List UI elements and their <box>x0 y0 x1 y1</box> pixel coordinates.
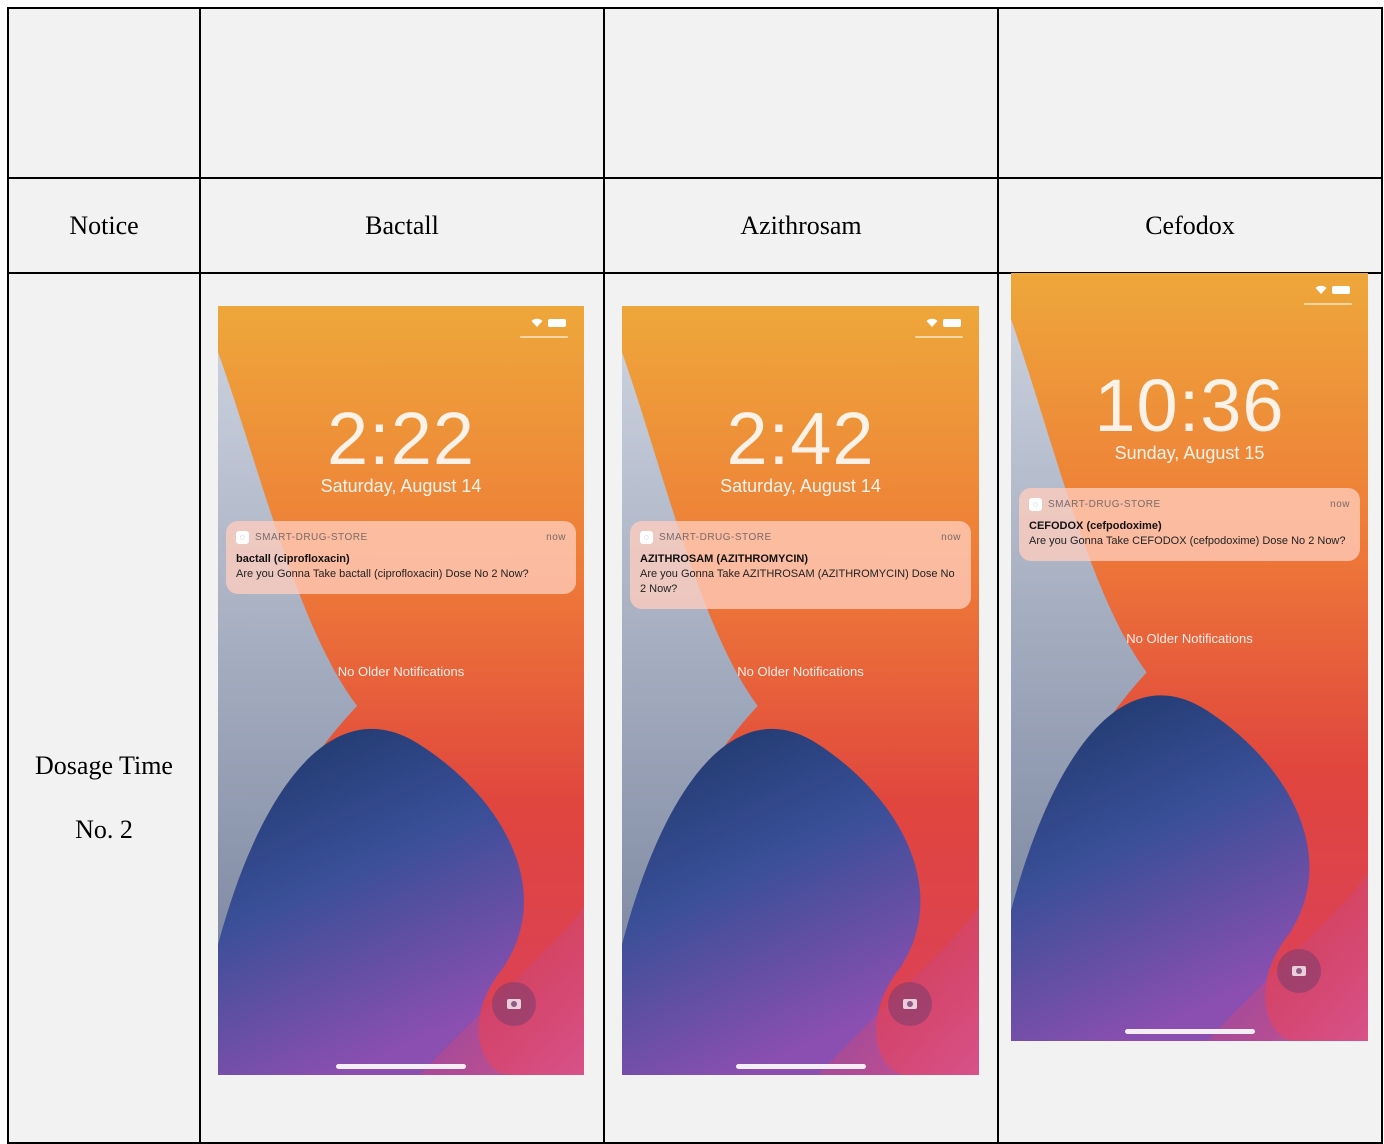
notification-card[interactable]: ◌ SMART-DRUG-STORE now bactall (ciproflo… <box>226 521 576 594</box>
status-bar <box>531 318 566 327</box>
empty-cell <box>7 7 201 179</box>
camera-icon <box>1292 966 1306 976</box>
no-older-notifications: No Older Notifications <box>1126 631 1253 646</box>
lockscreen-clock: 10:36 <box>1094 364 1285 447</box>
camera-button[interactable] <box>888 982 932 1026</box>
empty-cell <box>199 7 605 179</box>
status-bar <box>1315 285 1350 294</box>
camera-button[interactable] <box>1277 949 1321 993</box>
header-notice-label: Notice <box>69 210 139 240</box>
phone-screenshot-azithrosam: 2:42 Saturday, August 14 ◌ SMART-DRUG-ST… <box>622 306 979 1075</box>
wifi-icon <box>926 318 938 327</box>
empty-top-row <box>7 7 1383 179</box>
battery-icon <box>548 318 566 327</box>
header-azithrosam-label: Azithrosam <box>740 210 862 240</box>
home-indicator[interactable] <box>336 1064 466 1069</box>
notification-body: Are you Gonna Take bactall (ciprofloxaci… <box>236 568 529 580</box>
no-older-notifications: No Older Notifications <box>737 664 864 679</box>
camera-icon <box>507 999 521 1009</box>
header-bactall-label: Bactall <box>365 210 439 240</box>
notification-app-name: SMART-DRUG-STORE <box>1048 499 1161 510</box>
notification-app-name: SMART-DRUG-STORE <box>255 532 368 543</box>
app-icon: ◌ <box>236 531 249 544</box>
lockscreen-date: Saturday, August 14 <box>720 476 881 496</box>
no-older-notifications: No Older Notifications <box>337 664 465 679</box>
home-indicator[interactable] <box>735 1064 866 1069</box>
header-cefodox-label: Cefodox <box>1145 210 1235 240</box>
camera-button[interactable] <box>492 982 536 1026</box>
dosage-label-cell: Dosage Time No. 2 <box>7 272 201 1144</box>
app-icon: ◌ <box>1029 498 1042 511</box>
notification-title: CEFODOX (cefpodoxime) <box>1029 520 1162 532</box>
notification-body: Are you Gonna Take CEFODOX (cefpodoxime)… <box>1029 535 1346 547</box>
dosage-label-line2: No. 2 <box>75 815 133 844</box>
notification-time: now <box>546 532 566 543</box>
header-cefodox: Cefodox <box>997 177 1383 274</box>
lockscreen-clock: 2:22 <box>326 397 476 480</box>
status-indicator-line <box>520 336 568 338</box>
empty-cell <box>997 7 1383 179</box>
notification-body: Are you Gonna Take AZITHROSAM (AZITHROMY… <box>640 568 955 595</box>
battery-icon <box>1332 285 1350 294</box>
status-indicator-line <box>915 336 963 338</box>
header-bactall: Bactall <box>199 177 605 274</box>
status-indicator-line <box>1304 303 1352 305</box>
header-azithrosam: Azithrosam <box>603 177 999 274</box>
notification-time: now <box>941 532 961 543</box>
home-indicator[interactable] <box>1124 1029 1255 1034</box>
notification-title: AZITHROSAM (AZITHROMYCIN) <box>640 553 809 565</box>
notification-time: now <box>1330 499 1350 510</box>
header-row: Notice Bactall Azithrosam Cefodox <box>7 177 1383 274</box>
phone-screenshot-bactall: 2:22 Saturday, August 14 ◌ SMART-DRUG-ST… <box>218 306 584 1075</box>
status-bar <box>926 318 961 327</box>
notification-title: bactall (ciprofloxacin) <box>236 553 350 565</box>
lockscreen-date: Sunday, August 15 <box>1114 443 1265 463</box>
app-icon: ◌ <box>640 531 653 544</box>
lockscreen-date: Saturday, August 14 <box>320 476 482 496</box>
notification-app-name: SMART-DRUG-STORE <box>659 532 772 543</box>
empty-cell <box>603 7 999 179</box>
battery-icon <box>943 318 961 327</box>
notification-card[interactable]: ◌ SMART-DRUG-STORE now AZITHROSAM (AZITH… <box>630 521 971 609</box>
wifi-icon <box>531 318 543 327</box>
dosage-label-line1: Dosage Time <box>35 751 173 780</box>
header-notice: Notice <box>7 177 201 274</box>
wifi-icon <box>1315 285 1327 294</box>
phone-screenshot-cefodox: 10:36 Sunday, August 15 ◌ SMART-DRUG-STO… <box>1011 273 1368 1041</box>
notification-card[interactable]: ◌ SMART-DRUG-STORE now CEFODOX (cefpodox… <box>1019 488 1360 561</box>
lockscreen-clock: 2:42 <box>726 397 875 480</box>
camera-icon <box>903 999 917 1009</box>
